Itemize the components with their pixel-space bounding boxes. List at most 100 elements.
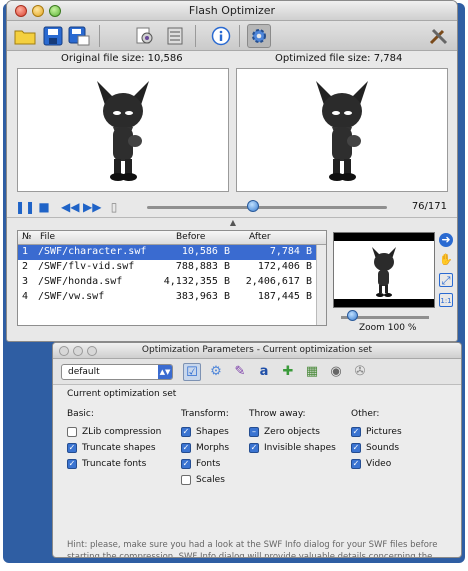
size-labels: Original file size: 10,586 Optimized fil… — [7, 53, 457, 67]
save-as-icon[interactable] — [67, 24, 91, 48]
character-thumbnail — [372, 247, 396, 297]
sound-icon[interactable]: ◉ — [327, 363, 345, 381]
option-transform-0[interactable]: ✓ Shapes — [181, 427, 229, 437]
checkbox-label: Truncate fonts — [82, 459, 147, 469]
preset-select[interactable]: default ▲▼ — [61, 364, 173, 380]
zoom-slider-knob[interactable] — [346, 310, 358, 321]
checkbox-label: Shapes — [196, 427, 229, 437]
title-bar[interactable]: Flash Optimizer — [7, 1, 457, 21]
actual-size-icon[interactable]: 1:1 — [439, 293, 453, 307]
playback-controls: ❚❚ ■ ◀◀ ▶▶ ▯ 76/171 — [7, 197, 457, 217]
row-number: 2 — [22, 261, 29, 272]
checkbox-label: Zero objects — [264, 427, 320, 437]
row-file: /SWF/character.swf — [38, 246, 147, 257]
row-file: /SWF/flv-vid.swf — [38, 261, 135, 272]
table-row[interactable]: 2/SWF/flv-vid.swf 788,883 B 172,406 B — [18, 260, 326, 275]
option-basic-2[interactable]: ✓ Truncate fonts — [67, 459, 146, 469]
row-number: 3 — [22, 276, 29, 287]
checkbox[interactable]: ✓ — [249, 443, 259, 453]
original-size-label: Original file size: 10,586 — [61, 53, 183, 64]
checkbox[interactable]: ✓ — [181, 443, 191, 453]
table-header: № File Before After — [18, 231, 326, 245]
option-other-2[interactable]: ✓ Video — [351, 459, 391, 469]
rewind-icon[interactable]: ◀◀ — [61, 200, 79, 214]
opt-toolbar: default ▲▼ ☑ ⚙ ✎ a ✚ ▦ ◉ ✇ — [53, 359, 461, 385]
option-transform-1[interactable]: ✓ Morphs — [181, 443, 229, 453]
option-throw-away-0[interactable]: – Zero objects — [249, 427, 320, 437]
checkbox[interactable] — [67, 427, 77, 437]
column-header[interactable]: After — [249, 232, 271, 242]
batch-icon[interactable] — [163, 24, 187, 48]
save-icon[interactable] — [41, 24, 65, 48]
video-icon[interactable]: ✇ — [351, 363, 369, 381]
option-transform-2[interactable]: ✓ Fonts — [181, 459, 220, 469]
option-throw-away-1[interactable]: ✓ Invisible shapes — [249, 443, 336, 453]
checkbox-label: Truncate shapes — [82, 443, 156, 453]
optimize-icon[interactable] — [133, 24, 157, 48]
checkbox[interactable]: – — [249, 427, 259, 437]
row-file: /SWF/honda.swf — [38, 276, 123, 287]
checkbox[interactable] — [181, 475, 191, 485]
checkbox-label: Scales — [196, 475, 225, 485]
row-before: 788,883 B — [175, 261, 230, 272]
split-handle[interactable]: ▲ — [7, 217, 457, 227]
checkbox[interactable]: ✓ — [181, 427, 191, 437]
option-other-1[interactable]: ✓ Sounds — [351, 443, 399, 453]
hand-icon[interactable]: ✋ — [439, 253, 453, 267]
picture-icon[interactable]: ▦ — [303, 363, 321, 381]
playback-slider[interactable] — [147, 206, 387, 209]
checkbox-label: Video — [366, 459, 392, 469]
next-arrow-icon[interactable]: ➜ — [439, 233, 453, 247]
column-header[interactable]: Before — [176, 232, 205, 242]
frame-step-icon[interactable]: ▯ — [107, 200, 121, 214]
puzzle-icon[interactable]: ✚ — [279, 363, 297, 381]
zoom-label: Zoom 100 % — [359, 323, 417, 333]
table-scrollbar[interactable] — [316, 245, 326, 325]
pause-icon[interactable]: ❚❚ — [15, 200, 35, 214]
open-folder-icon[interactable] — [13, 24, 37, 48]
fit-icon[interactable]: ⤢ — [439, 273, 453, 287]
option-basic-0[interactable]: ZLib compression — [67, 427, 161, 437]
checkbox[interactable]: ✓ — [351, 443, 361, 453]
other-heading: Other: — [351, 409, 380, 419]
tools-icon[interactable] — [427, 24, 451, 48]
option-other-0[interactable]: ✓ Pictures — [351, 427, 402, 437]
table-row[interactable]: 1/SWF/character.swf 10,586 B 7,784 B — [18, 245, 326, 260]
table-row[interactable]: 4/SWF/vw.swf 383,963 B 187,445 B — [18, 290, 326, 305]
forward-icon[interactable]: ▶▶ — [83, 200, 101, 214]
settings-icon[interactable] — [247, 24, 271, 48]
checkbox-label: Morphs — [196, 443, 230, 453]
original-preview — [17, 68, 229, 192]
checkbox[interactable]: ✓ — [67, 443, 77, 453]
checkbox[interactable]: ✓ — [351, 459, 361, 469]
row-file: /SWF/vw.swf — [38, 291, 105, 302]
playback-slider-knob[interactable] — [246, 200, 259, 212]
table-row[interactable]: 3/SWF/honda.swf 4,132,355 B 2,406,617 B — [18, 275, 326, 290]
stop-icon[interactable]: ■ — [37, 200, 51, 214]
shapes-icon[interactable]: ✎ — [231, 363, 249, 381]
option-transform-3[interactable]: Scales — [181, 475, 225, 485]
font-icon[interactable]: a — [255, 363, 273, 381]
row-after: 7,784 B — [269, 246, 312, 257]
opt-title-bar[interactable]: Optimization Parameters - Current optimi… — [53, 343, 461, 359]
column-header[interactable]: № — [22, 232, 31, 242]
row-after: 172,406 B — [257, 261, 312, 272]
column-header[interactable]: File — [40, 232, 55, 242]
toolbar — [7, 21, 457, 51]
checkbox-label: Pictures — [366, 427, 402, 437]
row-number: 4 — [22, 291, 29, 302]
checkbox[interactable]: ✓ — [181, 459, 191, 469]
character-image — [97, 81, 149, 181]
row-after: 2,406,617 B — [245, 276, 312, 287]
info-icon[interactable] — [209, 24, 233, 48]
checkbox[interactable]: ✓ — [67, 459, 77, 469]
gear-icon[interactable]: ⚙ — [207, 363, 225, 381]
checkbox-label: ZLib compression — [82, 427, 162, 437]
option-basic-1[interactable]: ✓ Truncate shapes — [67, 443, 156, 453]
row-after: 187,445 B — [257, 291, 312, 302]
transform-heading: Transform: — [181, 409, 229, 419]
character-image — [316, 81, 368, 181]
throw-away-heading: Throw away: — [249, 409, 306, 419]
checkbox[interactable]: ✓ — [351, 427, 361, 437]
checklist-icon[interactable]: ☑ — [183, 363, 201, 381]
